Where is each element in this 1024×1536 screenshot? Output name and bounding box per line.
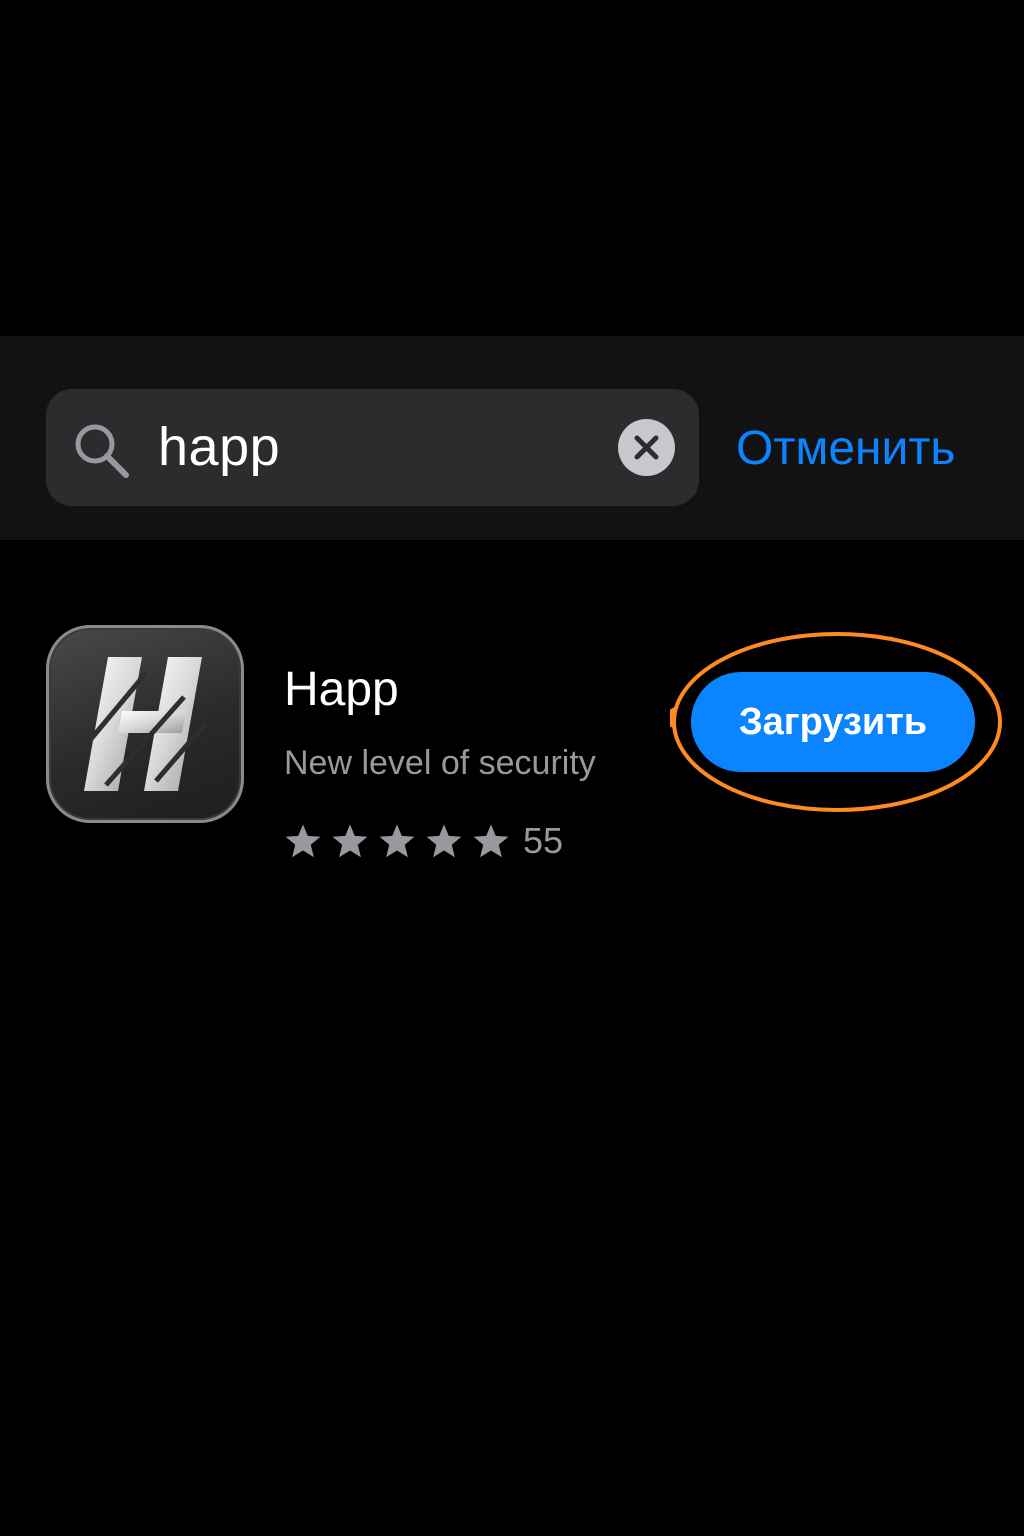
star-icon: [332, 824, 368, 858]
search-icon: [72, 421, 130, 479]
star-icon: [473, 824, 509, 858]
rating-stars: [284, 822, 519, 860]
search-bar: happ Отменить: [0, 336, 1024, 540]
app-name: Happ: [284, 663, 399, 716]
rating-count: 55: [523, 820, 564, 861]
star-icon: [379, 824, 415, 858]
search-input[interactable]: happ: [46, 389, 699, 506]
rating: 55: [284, 818, 563, 864]
app-store-search-screen: happ Отменить Happ New level of security…: [0, 0, 1024, 1536]
clear-search-button[interactable]: [618, 419, 675, 476]
cancel-button[interactable]: Отменить: [736, 420, 955, 478]
close-icon: [634, 435, 659, 460]
app-subtitle: New level of security: [284, 744, 596, 782]
search-query-text[interactable]: happ: [158, 415, 280, 479]
star-icon: [426, 824, 462, 858]
get-button[interactable]: Загрузить: [691, 672, 975, 772]
highlight-pointer: [670, 706, 676, 730]
app-logo-icon[interactable]: [46, 625, 244, 823]
star-icon: [285, 824, 321, 858]
